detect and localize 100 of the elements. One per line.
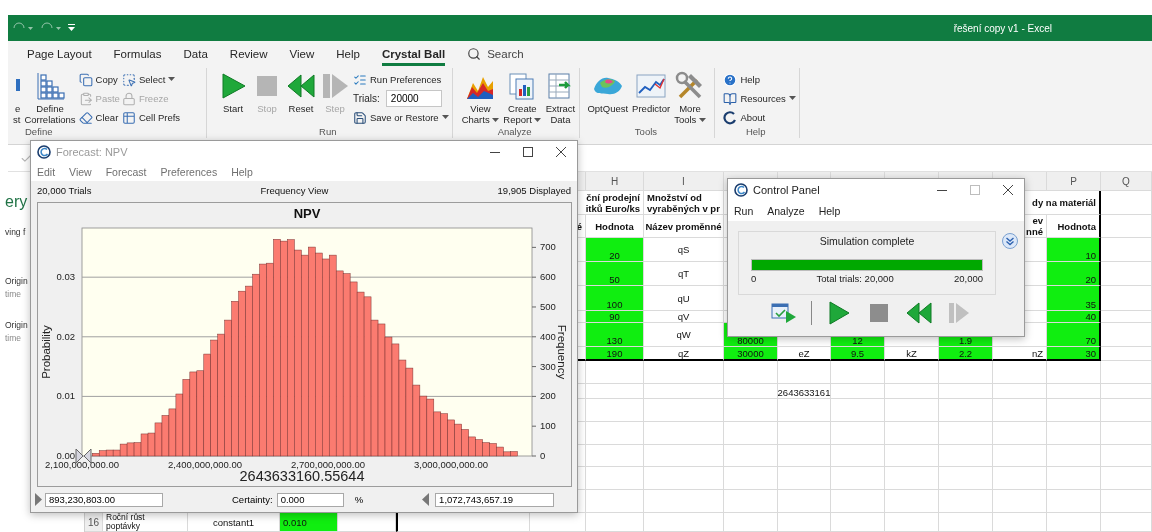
chart-title: NPV [293, 206, 321, 221]
ribbon-button[interactable]: Predictor [631, 71, 672, 114]
ribbon-button[interactable]: Cell Prefs [121, 109, 181, 126]
ribbon-button[interactable]: Copy [78, 71, 120, 88]
stop-icon [870, 304, 888, 322]
axis-tick-label: 500 [540, 301, 556, 312]
column-header: P [1047, 172, 1101, 191]
ribbon-button[interactable]: Clear [78, 109, 120, 126]
histogram-bar [175, 393, 184, 457]
lower-bound-field[interactable]: 893,230,803.00 [45, 492, 163, 507]
table-cell: qT [644, 262, 724, 286]
ribbon-tab[interactable]: Help [336, 41, 360, 66]
axis-tick-label: 0.02 [56, 330, 75, 342]
ribbon-button[interactable]: Reset [285, 71, 317, 114]
ribbon-button[interactable]: Extract Data [544, 71, 577, 125]
menu-item[interactable]: View [69, 166, 92, 178]
axis-tick-label: 700 [540, 241, 556, 253]
table-cell: 100 [586, 286, 644, 311]
histogram-bar [154, 422, 163, 457]
search-icon [467, 46, 482, 61]
app-icon [37, 145, 51, 159]
toolbar-button[interactable] [826, 300, 852, 326]
certainty-field[interactable]: 0.000 [276, 492, 344, 507]
book-icon [723, 91, 738, 106]
group-label: Run [319, 126, 337, 138]
axis-tick-label: 0.03 [56, 271, 75, 283]
progress-caption: Total trials: 20,000 [816, 273, 894, 284]
view-name: Frequency View [260, 184, 329, 196]
group-label: Analyze [497, 126, 532, 138]
window-title: Forecast: NPV [56, 146, 128, 158]
ribbon-button[interactable]: Save or Restore [353, 109, 449, 126]
certainty-grabber-icon[interactable] [75, 448, 84, 464]
table-cell: 130 [586, 323, 644, 347]
search-button[interactable]: Search [467, 41, 524, 66]
file-time: time [5, 333, 22, 344]
customize-icon[interactable] [68, 24, 75, 32]
menu-item[interactable]: Help [818, 205, 841, 217]
ribbon-button[interactable]: Define Correlations [23, 71, 77, 125]
table-cell: kZ [885, 347, 939, 361]
eraser-icon [78, 110, 93, 125]
ribbon-button[interactable]: Select [121, 71, 181, 88]
upper-bound-field[interactable]: 1,072,743,657.19 [435, 492, 555, 507]
copy-icon [78, 72, 93, 87]
close-icon [555, 147, 566, 157]
table-cell: 2643633161 [778, 384, 831, 399]
histogram-bar [147, 432, 156, 457]
ribbon-tab[interactable]: Review [229, 41, 268, 66]
menu-item[interactable]: Help [231, 166, 253, 178]
trials-field[interactable]: 20000 [385, 90, 442, 107]
pane-text: ving f [5, 227, 26, 238]
menu-item[interactable]: Edit [37, 166, 56, 178]
table-cell: 50 [586, 262, 644, 286]
maximize-icon [969, 185, 980, 195]
table-cell: 0.010 [280, 513, 338, 532]
percent-sign: % [354, 494, 364, 505]
axis-tick-label: 0.00 [56, 450, 75, 461]
table-cell: 190 [586, 347, 644, 361]
table-cell: Hodnota [1047, 215, 1101, 238]
table-cell: qS [644, 238, 724, 262]
menu-item[interactable]: Run [734, 205, 754, 217]
ribbon-button[interactable]: View Charts [460, 71, 501, 125]
axis-tick-label: 600 [540, 271, 556, 283]
ribbon-button[interactable]: OptQuest [586, 71, 630, 114]
step-icon [320, 71, 350, 101]
ribbon-button[interactable]: e st [12, 71, 22, 125]
toolbar-button[interactable] [771, 300, 797, 326]
menu-item[interactable]: Preferences [160, 166, 218, 178]
certainty-grabber-icon[interactable] [422, 493, 430, 506]
ribbon-tab[interactable]: View [289, 41, 315, 66]
maximize-icon [522, 147, 533, 157]
ribbon-button[interactable]: More Tools [673, 71, 707, 125]
menu-item[interactable]: Analyze [767, 205, 805, 217]
ribbon-button[interactable]: Create Report [502, 71, 543, 125]
checklist-icon [353, 72, 367, 87]
step-icon [948, 302, 970, 324]
table-cell: qU [644, 286, 724, 311]
table-cell: nZ [993, 347, 1047, 361]
file-time: time [5, 289, 22, 300]
ribbon-button[interactable]: About [723, 109, 796, 126]
ribbon-button[interactable]: Start [217, 71, 249, 114]
ribbon-button[interactable]: Resources [723, 90, 796, 107]
table-cell: 90 [586, 311, 644, 323]
certainty-grabber-icon[interactable] [83, 448, 92, 464]
progress-max: 20,000 [953, 273, 983, 284]
ribbon-tab[interactable]: Page Layout [27, 41, 92, 66]
ribbon-tab[interactable]: Data [183, 41, 208, 66]
ribbon-tab[interactable]: Formulas [113, 41, 162, 66]
expand-icon[interactable] [1002, 233, 1018, 249]
toolbar-button[interactable] [906, 300, 932, 326]
app-icon [734, 183, 748, 197]
table-cell: 70 [1047, 323, 1101, 347]
window-title: řešení copy v1 - Excel [953, 22, 1052, 34]
axis-tick-label: 400 [540, 330, 556, 342]
certainty-grabber-icon[interactable] [35, 493, 42, 506]
ribbon-button[interactable]: Help [723, 71, 796, 88]
ribbon-button[interactable]: Run Preferences [353, 71, 449, 88]
menu-item[interactable]: Forecast [105, 166, 147, 178]
file-name: Origin [5, 320, 28, 331]
axis-title: Probability [40, 325, 52, 379]
window-title: Control Panel [753, 184, 820, 196]
